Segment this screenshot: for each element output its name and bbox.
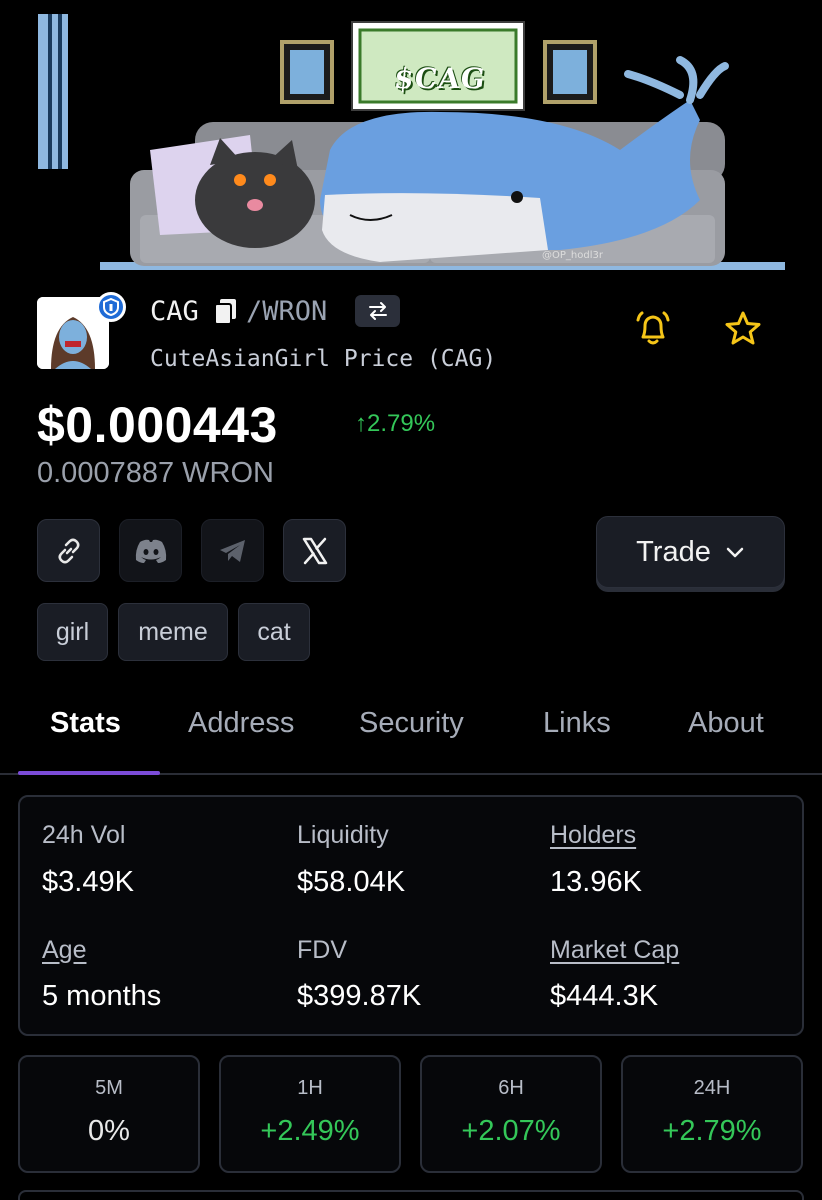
tag-chip[interactable]: girl (37, 603, 108, 661)
stat-value-market-cap: $444.3K (550, 980, 659, 1012)
token-full-name: CuteAsianGirl Price (CAG) (150, 346, 497, 372)
price-change-24h: ↑2.79% (355, 410, 436, 437)
tab-links[interactable]: Links (543, 707, 611, 740)
tab-address[interactable]: Address (188, 707, 294, 740)
verified-badge-icon (96, 292, 126, 322)
link-icon (58, 538, 79, 563)
stat-value-liquidity: $58.04K (297, 866, 406, 898)
stat-value-age: 5 months (42, 980, 162, 1012)
tag-chip[interactable]: cat (238, 603, 310, 661)
x-icon (302, 537, 327, 564)
banner-headline: $CAG (392, 62, 488, 95)
discord-button[interactable] (119, 519, 182, 582)
pair-quote-symbol: /WRON (246, 296, 328, 327)
next-section-edge (18, 1190, 804, 1200)
price-change-box-1h[interactable]: 1H +2.49% (219, 1055, 401, 1173)
stat-label-market-cap-link[interactable]: Market Cap (550, 936, 679, 965)
change-period-label: 1H (297, 1077, 323, 1099)
price-change-box-24h[interactable]: 24H +2.79% (621, 1055, 803, 1173)
change-value: +2.49% (260, 1115, 360, 1147)
chevron-down-icon (726, 547, 744, 558)
tag-chip[interactable]: meme (118, 603, 228, 661)
swap-pair-button[interactable] (355, 295, 400, 327)
price-alert-bell-icon[interactable] (632, 308, 674, 350)
change-value: 0% (88, 1115, 130, 1147)
banner-illustration (38, 14, 785, 270)
telegram-icon (219, 539, 245, 562)
token-price-in-wron: 0.0007887 WRON (37, 457, 274, 489)
change-period-label: 5M (95, 1077, 123, 1099)
change-value: +2.79% (662, 1115, 762, 1147)
telegram-button[interactable] (201, 519, 264, 582)
copy-icon[interactable] (212, 297, 242, 325)
token-price: $0.000443 (37, 397, 278, 453)
stat-label-age-link[interactable]: Age (42, 936, 86, 965)
website-link-button[interactable] (37, 519, 100, 582)
stat-value-holders: 13.96K (550, 866, 642, 898)
discord-icon (135, 539, 166, 563)
swap-arrows-icon (368, 302, 387, 320)
tab-security[interactable]: Security (359, 707, 464, 740)
token-symbol: CAG (150, 296, 199, 327)
change-period-label: 24H (693, 1077, 731, 1099)
banner-credit: @OP_hodl3r (542, 250, 603, 261)
stat-label-liquidity: Liquidity (297, 821, 389, 849)
tab-about[interactable]: About (688, 707, 764, 740)
price-change-box-6h[interactable]: 6H +2.07% (420, 1055, 602, 1173)
active-tab-indicator (18, 771, 160, 775)
trade-dropdown-button[interactable]: Trade (596, 516, 785, 588)
change-period-label: 6H (498, 1077, 524, 1099)
change-value: +2.07% (461, 1115, 561, 1147)
price-change-box-5m[interactable]: 5M 0% (18, 1055, 200, 1173)
favorite-star-icon[interactable] (722, 308, 764, 350)
tab-stats[interactable]: Stats (50, 707, 121, 740)
stat-label-fdv: FDV (297, 936, 347, 964)
x-twitter-button[interactable] (283, 519, 346, 582)
trade-button-label: Trade (636, 535, 711, 568)
stat-value-fdv: $399.87K (297, 980, 422, 1012)
stat-label-holders-link[interactable]: Holders (550, 821, 636, 850)
stat-label-24h-vol: 24h Vol (42, 821, 126, 849)
stat-value-24h-vol: $3.49K (42, 866, 134, 898)
stats-card: 24h Vol $3.49K Liquidity $58.04K Holders… (18, 795, 804, 1036)
token-banner: $CAG @OP_hodl3r (0, 0, 822, 270)
